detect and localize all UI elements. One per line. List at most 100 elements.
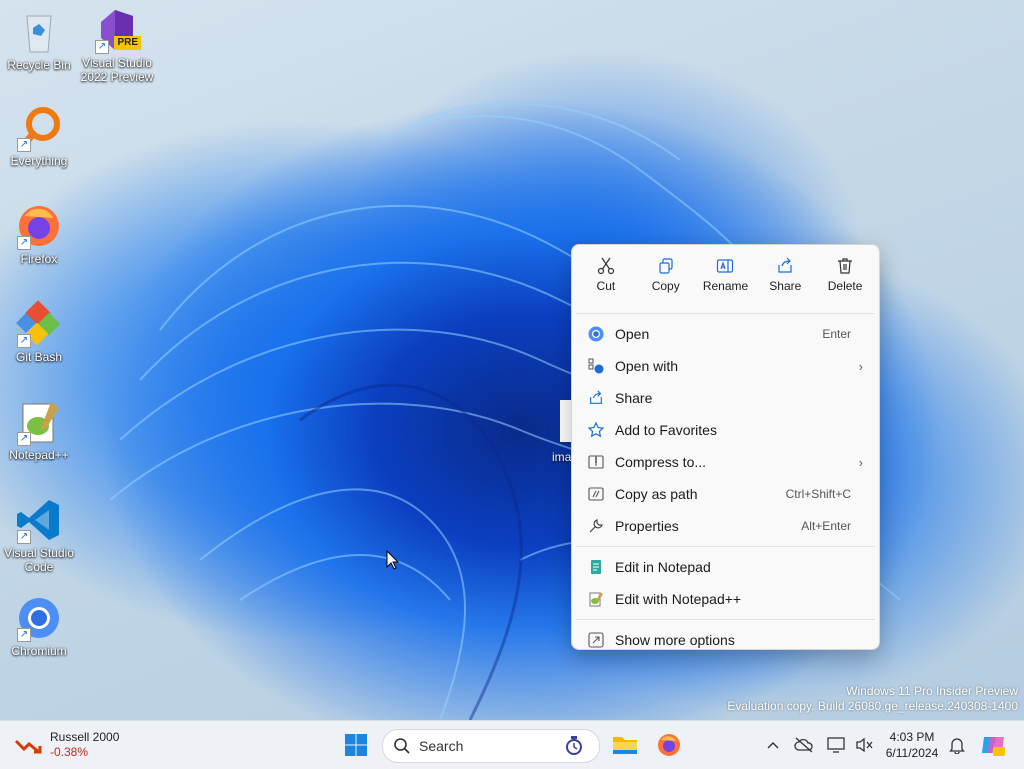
chevron-right-icon: › [858,358,863,374]
desktop-icon-label: Recycle Bin [7,58,71,72]
menu-separator [576,313,875,314]
volume-status[interactable] [852,721,876,769]
copilot-icon [982,737,1005,756]
shortcut-arrow-icon: ↗ [17,628,31,642]
desktop-icon-notepad-plus-plus[interactable]: ↗ Notepad++ [0,398,78,462]
desktop-icon-chromium[interactable]: ↗ Chromium [0,594,78,658]
start-button[interactable] [338,721,374,769]
bell-icon [949,738,965,754]
shortcut-text: Ctrl+Shift+C [785,487,851,501]
menu-item-label: Share [615,390,653,406]
menu-item-label: Open with [615,358,679,374]
stock-change: -0.38% [50,745,89,759]
chevron-right-icon: › [858,454,863,470]
share-icon [586,388,606,408]
folder-icon [613,737,637,754]
menu-item-label: Copy as path [615,486,698,502]
notepad-plus-plus-icon [586,589,606,609]
notepad-icon [586,557,606,577]
trash-icon [815,255,875,277]
vscode-icon: ↗ [15,496,63,544]
desktop-icon-label: Chromium [11,644,67,658]
everything-search-icon: ↗ [15,104,63,152]
network-status[interactable] [792,721,816,769]
menu-item-properties[interactable]: Properties Alt+Enter [572,510,879,542]
desktop-icon-label: Notepad++ [9,448,69,462]
cut-button[interactable]: Cut [576,255,636,307]
menu-item-show-more-options[interactable]: Show more options [572,624,879,656]
path-icon [586,484,606,504]
desktop-icon-vscode[interactable]: ↗ Visual Studio Code [0,496,78,574]
desktop-icon-everything[interactable]: ↗ Everything [0,104,78,168]
firefox-icon [658,734,680,756]
search-placeholder: Search [419,738,464,754]
notifications-button[interactable] [946,721,968,769]
shortcut-text: Alt+Enter [801,519,851,533]
shortcut-arrow-icon: ↗ [17,530,31,544]
recycle-bin-icon [15,8,63,56]
firefox-icon: ↗ [15,202,63,250]
menu-item-compress-to[interactable]: Compress to... › [572,446,879,478]
cloud-offline-icon [794,737,813,753]
menu-item-edit-in-notepad[interactable]: Edit in Notepad [572,551,879,583]
menu-item-label: Properties [615,518,679,534]
share-quick-button[interactable]: Share [755,255,815,307]
menu-item-copy-as-path[interactable]: Copy as path Ctrl+Shift+C [572,478,879,510]
shortcut-arrow-icon: ↗ [17,138,31,152]
menu-item-label: Add to Favorites [615,422,717,438]
menu-item-share[interactable]: Share [572,382,879,414]
desktop-icon-firefox[interactable]: ↗ Firefox [0,202,78,266]
taskbar: Russell 2000 -0.38% Search 4:03 PM 6/11/… [0,720,1024,769]
monitor-icon [827,737,845,753]
desktop-icon-visual-studio[interactable]: PRE ↗ Visual Studio 2022 Preview [78,6,156,84]
delete-button[interactable]: Delete [815,255,875,307]
menu-separator [576,619,875,620]
copilot-button[interactable] [976,721,1010,769]
more-options-icon [586,630,606,650]
stock-widget[interactable]: Russell 2000 -0.38% [14,721,134,769]
search-icon [394,738,410,754]
taskbar-file-explorer[interactable] [608,721,642,769]
shortcut-text: Enter [822,327,851,341]
menu-item-label: Compress to... [615,454,707,470]
notepad-plus-plus-icon: ↗ [15,398,63,446]
preview-badge: PRE [114,36,141,50]
rename-button[interactable]: Rename [696,255,756,307]
menu-item-open[interactable]: Open Enter [572,318,879,350]
menu-item-label: Edit with Notepad++ [615,591,742,607]
visual-studio-icon: PRE ↗ [93,6,141,54]
copy-label: Copy [651,279,680,293]
open-with-icon [586,356,606,376]
menu-item-label: Show more options [615,632,735,648]
desktop-icon-label-line1: Visual Studio [82,56,152,70]
menu-item-edit-with-notepad-plus-plus[interactable]: Edit with Notepad++ [572,583,879,615]
menu-item-open-with[interactable]: Open with › [572,350,879,382]
watermark-line2: Evaluation copy. Build 26080.ge_release.… [727,699,1018,713]
context-menu: Cut Copy Rename Share Delete Open Enter … [571,244,880,650]
clock-time: 4:03 PM [889,730,935,744]
scissors-icon [576,255,636,277]
taskbar-firefox[interactable] [652,721,686,769]
desktop-icon-label-line1: Visual Studio [4,546,74,560]
copy-button[interactable]: Copy [636,255,696,307]
menu-item-label: Open [615,326,650,342]
desktop-icon-recycle-bin[interactable]: Recycle Bin [0,8,78,72]
desktop-icon-git-bash[interactable]: ↗ Git Bash [0,300,78,364]
chromium-icon [586,324,606,344]
shortcut-arrow-icon: ↗ [17,432,31,446]
windows-logo-icon [345,734,367,756]
clock[interactable]: 4:03 PM 6/11/2024 [880,721,944,769]
star-icon [586,420,606,440]
chevron-up-icon [767,742,779,749]
show-hidden-icons-button[interactable] [762,721,784,769]
desktop-icon-label-line2: 2022 Preview [80,70,154,84]
mouse-cursor-icon [386,550,400,570]
taskbar-search-box[interactable]: Search [382,729,600,763]
display-status[interactable] [824,721,848,769]
menu-item-add-to-favorites[interactable]: Add to Favorites [572,414,879,446]
shortcut-arrow-icon: ↗ [95,40,109,54]
quick-actions-bar: Cut Copy Rename Share Delete [572,245,879,307]
watermark-line1: Windows 11 Pro Insider Preview [846,684,1018,698]
shortcut-arrow-icon: ↗ [17,236,31,250]
stock-trend-icon [14,739,42,754]
